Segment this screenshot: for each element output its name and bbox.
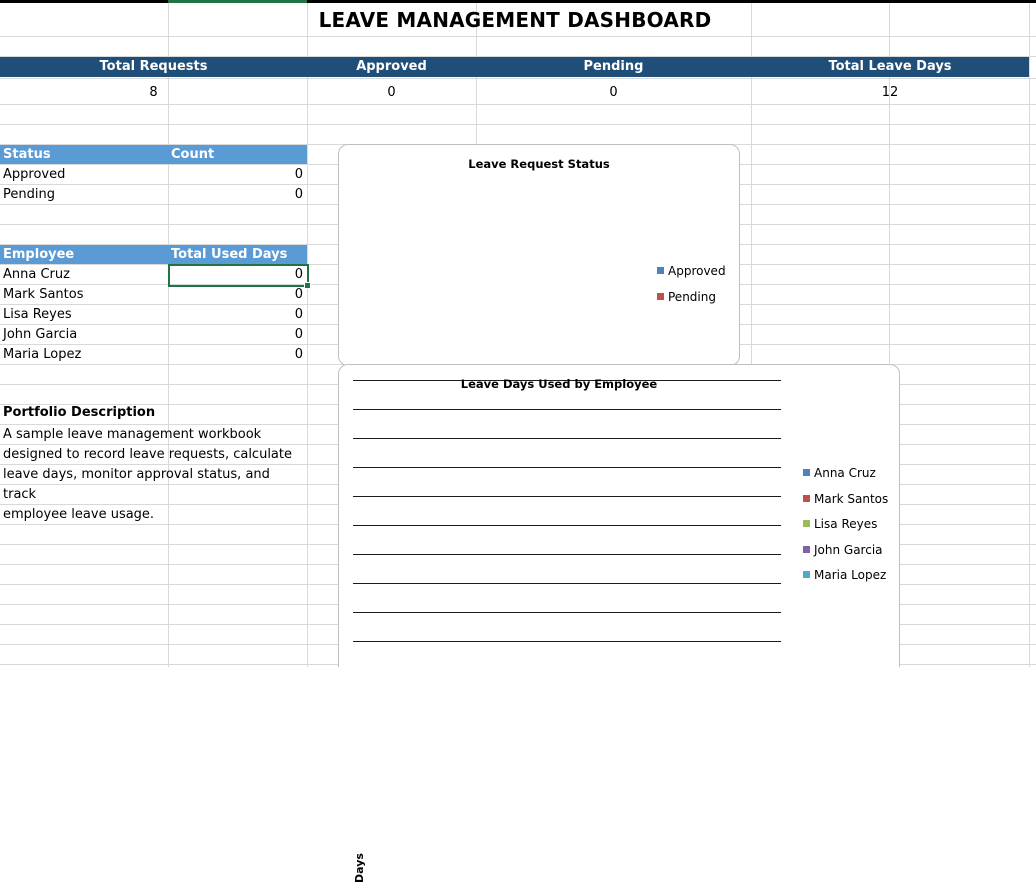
gridline <box>353 525 781 526</box>
legend-entry[interactable]: Pending <box>657 290 716 304</box>
employee-used-days[interactable]: 0 <box>171 345 303 365</box>
kpi-header-approved[interactable]: Approved <box>307 58 476 76</box>
kpi-value-total-leave-days[interactable]: 12 <box>751 84 1029 102</box>
legend-entry[interactable]: Anna Cruz <box>803 466 876 480</box>
fill-handle[interactable] <box>304 282 311 289</box>
employee-used-days[interactable]: 0 <box>171 305 303 325</box>
used-days-column-header[interactable]: Total Used Days <box>171 245 287 264</box>
employee-name[interactable]: Mark Santos <box>3 285 83 305</box>
legend-swatch <box>657 293 664 300</box>
employee-name[interactable]: Maria Lopez <box>3 345 81 365</box>
legend-entry[interactable]: Approved <box>657 264 726 278</box>
kpi-value-approved[interactable]: 0 <box>307 84 476 102</box>
kpi-header-pending[interactable]: Pending <box>476 58 751 76</box>
legend-swatch <box>803 571 810 579</box>
description-text[interactable]: A sample leave management workbook desig… <box>3 425 307 525</box>
legend-label: Lisa Reyes <box>814 517 878 532</box>
window-top-edge <box>0 0 1036 3</box>
employee-column-header[interactable]: Employee <box>3 245 74 264</box>
legend-entry[interactable]: Maria Lopez <box>803 568 886 582</box>
gridline <box>353 641 781 642</box>
kpi-value-pending[interactable]: 0 <box>476 84 751 102</box>
legend-label: Approved <box>668 264 726 278</box>
employee-name[interactable]: John Garcia <box>3 325 77 345</box>
gridline <box>353 554 781 555</box>
description-line: A sample leave management workbook <box>3 427 262 442</box>
gridline <box>353 496 781 497</box>
status-column-header[interactable]: Status <box>3 145 51 164</box>
gridline <box>353 409 781 410</box>
active-cell-selection[interactable] <box>168 264 309 287</box>
gridline <box>353 438 781 439</box>
employee-used-days[interactable]: 0 <box>171 325 303 345</box>
chart-title: Leave Request Status <box>468 157 610 171</box>
description-title[interactable]: Portfolio Description <box>3 405 155 420</box>
legend-label: Maria Lopez <box>814 568 887 583</box>
count-column-header[interactable]: Count <box>171 145 214 164</box>
description-line: leave days, monitor approval status, and… <box>3 467 270 502</box>
legend-entry[interactable]: John Garcia <box>803 543 883 557</box>
legend-entry[interactable]: Mark Santos <box>803 492 888 506</box>
legend-swatch <box>803 545 810 553</box>
gridline <box>353 467 781 468</box>
legend-label: Mark Santos <box>814 491 889 506</box>
legend-label: Anna Cruz <box>814 466 876 480</box>
leave-days-bar-chart[interactable]: Leave Days Used by Employee Days Anna Cr… <box>338 364 900 883</box>
legend-swatch <box>803 494 810 502</box>
chart-title: Leave Days Used by Employee <box>460 377 658 391</box>
gridline <box>353 612 781 613</box>
dashboard-title[interactable]: LEAVE MANAGEMENT DASHBOARD <box>0 8 1030 32</box>
employee-used-days[interactable]: 0 <box>171 285 303 305</box>
status-count-approved[interactable]: 0 <box>171 165 303 185</box>
description-line: designed to record leave requests, calcu… <box>3 447 292 462</box>
description-line: employee leave usage. <box>3 507 155 522</box>
kpi-value-total-requests[interactable]: 8 <box>0 84 307 102</box>
kpi-header-total-requests[interactable]: Total Requests <box>0 58 307 76</box>
selected-column-indicator <box>168 0 307 3</box>
legend-label: John Garcia <box>814 542 883 557</box>
legend-label: Pending <box>668 290 716 304</box>
employee-name[interactable]: Lisa Reyes <box>3 305 72 325</box>
kpi-header-total-leave-days[interactable]: Total Leave Days <box>751 58 1029 76</box>
status-label-pending[interactable]: Pending <box>3 185 55 205</box>
legend-entry[interactable]: Lisa Reyes <box>803 517 877 531</box>
legend-swatch <box>803 469 810 476</box>
employee-name[interactable]: Anna Cruz <box>3 265 70 285</box>
status-count-pending[interactable]: 0 <box>171 185 303 205</box>
status-label-approved[interactable]: Approved <box>3 165 65 185</box>
y-axis-label: Days <box>353 853 366 883</box>
legend-swatch <box>803 520 810 528</box>
gridline <box>353 583 781 584</box>
leave-status-pie-chart[interactable]: Leave Request Status Approved Pending <box>338 144 740 366</box>
legend-swatch <box>657 267 664 274</box>
